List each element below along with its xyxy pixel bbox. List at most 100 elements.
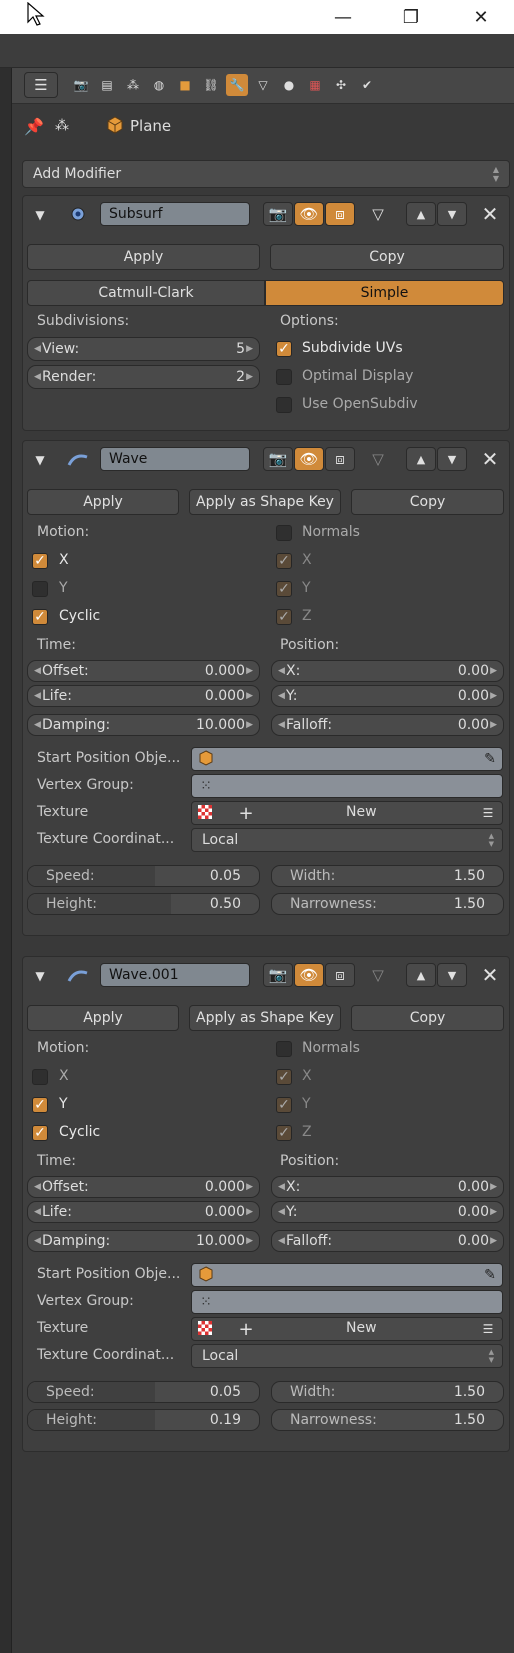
- modifiers-tab-icon[interactable]: 🔧: [226, 74, 248, 96]
- texture-browse-icon[interactable]: ☰: [478, 1319, 498, 1339]
- render-tab-icon[interactable]: 📷: [70, 74, 92, 96]
- normals-checkbox[interactable]: [276, 1041, 292, 1057]
- apply-as-shape-key-button[interactable]: Apply as Shape Key: [189, 1005, 341, 1031]
- particles-tab-icon[interactable]: ✣: [330, 74, 352, 96]
- cage-toggle-button[interactable]: ▽: [363, 447, 393, 471]
- width-slider[interactable]: Width: 1.50: [271, 1381, 504, 1403]
- subdivide-uvs-checkbox[interactable]: ✓: [276, 341, 292, 357]
- simple-toggle[interactable]: Simple: [265, 280, 504, 306]
- normals-checkbox[interactable]: [276, 525, 292, 541]
- motion-x-checkbox[interactable]: [32, 1069, 48, 1085]
- texture-coordinates-dropdown[interactable]: Local ▲ ▼: [191, 1344, 503, 1368]
- motion-y-checkbox[interactable]: ✓: [32, 1097, 48, 1113]
- damping-field[interactable]: ◀ Damping: 10.000 ▶: [27, 714, 260, 736]
- normals-x-checkbox[interactable]: ✓: [276, 553, 292, 569]
- collapse-arrow-icon[interactable]: ▼: [30, 450, 50, 470]
- texture-coordinates-dropdown[interactable]: Local ▲ ▼: [191, 828, 503, 852]
- render-toggle-button[interactable]: 📷: [263, 202, 293, 226]
- editor-type-button[interactable]: ☰: [24, 72, 58, 98]
- speed-slider[interactable]: Speed: 0.05: [27, 1381, 260, 1403]
- viewport-toggle-button[interactable]: 👁: [294, 202, 324, 226]
- vertex-group-field[interactable]: [191, 1290, 503, 1314]
- scene-tab-icon[interactable]: ⁂: [122, 74, 144, 96]
- add-modifier-dropdown[interactable]: Add Modifier ▲ ▼: [22, 160, 510, 188]
- viewport-toggle-button[interactable]: 👁: [294, 447, 324, 471]
- render-layers-tab-icon[interactable]: ▤: [96, 74, 118, 96]
- apply-as-shape-key-button[interactable]: Apply as Shape Key: [189, 489, 341, 515]
- constraints-tab-icon[interactable]: ⛓: [200, 74, 222, 96]
- motion-y-checkbox[interactable]: [32, 581, 48, 597]
- offset-field[interactable]: ◀ Offset: 0.000 ▶: [27, 660, 260, 682]
- texture-tab-icon[interactable]: ▦: [304, 74, 326, 96]
- wave-apply-button[interactable]: Apply: [27, 1005, 179, 1031]
- world-tab-icon[interactable]: ◍: [148, 74, 170, 96]
- normals-z-checkbox[interactable]: ✓: [276, 609, 292, 625]
- life-field[interactable]: ◀ Life: 0.000 ▶: [27, 1201, 260, 1223]
- optimal-display-checkbox[interactable]: [276, 369, 292, 385]
- plus-icon[interactable]: +: [236, 803, 256, 824]
- move-down-button[interactable]: ▼: [437, 202, 467, 226]
- narrowness-slider[interactable]: Narrowness: 1.50: [271, 893, 504, 915]
- move-up-button[interactable]: ▲: [406, 202, 436, 226]
- editmode-toggle-button[interactable]: ⧈: [325, 447, 355, 471]
- speed-slider[interactable]: Speed: 0.05: [27, 865, 260, 887]
- position-x-field[interactable]: ◀ X: 0.00 ▶: [271, 660, 504, 682]
- cage-toggle-button[interactable]: ▽: [363, 202, 393, 226]
- subsurf-apply-button[interactable]: Apply: [27, 244, 260, 270]
- eyedropper-icon[interactable]: ✎: [480, 749, 500, 769]
- cyclic-checkbox[interactable]: ✓: [32, 1125, 48, 1141]
- wave-copy-button[interactable]: Copy: [351, 489, 504, 515]
- editmode-toggle-button[interactable]: ⧈: [325, 963, 355, 987]
- collapse-arrow-icon[interactable]: ▼: [30, 966, 50, 986]
- material-tab-icon[interactable]: ●: [278, 74, 300, 96]
- minimize-button[interactable]: —: [320, 0, 366, 34]
- remove-modifier-close-icon[interactable]: ✕: [478, 963, 502, 987]
- new-texture-button[interactable]: New: [346, 1320, 377, 1336]
- eyedropper-icon[interactable]: ✎: [480, 1265, 500, 1285]
- remove-modifier-close-icon[interactable]: ✕: [478, 202, 502, 226]
- new-texture-button[interactable]: New: [346, 804, 377, 820]
- texture-browse-icon[interactable]: ☰: [478, 803, 498, 823]
- width-slider[interactable]: Width: 1.50: [271, 865, 504, 887]
- wave-apply-button[interactable]: Apply: [27, 489, 179, 515]
- collapse-arrow-icon[interactable]: ▼: [30, 205, 50, 225]
- normals-y-checkbox[interactable]: ✓: [276, 1097, 292, 1113]
- use-opensubdiv-checkbox[interactable]: [276, 397, 292, 413]
- motion-x-checkbox[interactable]: ✓: [32, 553, 48, 569]
- life-field[interactable]: ◀ Life: 0.000 ▶: [27, 685, 260, 707]
- plus-icon[interactable]: +: [236, 1319, 256, 1340]
- view-levels-field[interactable]: ◀ View: 5 ▶: [27, 337, 260, 361]
- position-y-field[interactable]: ◀ Y: 0.00 ▶: [271, 1201, 504, 1223]
- catmull-clark-toggle[interactable]: Catmull-Clark: [27, 280, 265, 306]
- move-up-button[interactable]: ▲: [406, 447, 436, 471]
- object-tab-icon[interactable]: ■: [174, 74, 196, 96]
- narrowness-slider[interactable]: Narrowness: 1.50: [271, 1409, 504, 1431]
- offset-field[interactable]: ◀ Offset: 0.000 ▶: [27, 1176, 260, 1198]
- cyclic-checkbox[interactable]: ✓: [32, 609, 48, 625]
- normals-y-checkbox[interactable]: ✓: [276, 581, 292, 597]
- pin-icon[interactable]: 📌: [24, 115, 44, 137]
- move-down-button[interactable]: ▼: [437, 447, 467, 471]
- render-toggle-button[interactable]: 📷: [263, 963, 293, 987]
- normals-x-checkbox[interactable]: ✓: [276, 1069, 292, 1085]
- subsurf-name-field[interactable]: Subsurf: [100, 202, 250, 226]
- falloff-field[interactable]: ◀ Falloff: 0.00 ▶: [271, 714, 504, 736]
- physics-tab-icon[interactable]: ✔: [356, 74, 378, 96]
- render-toggle-button[interactable]: 📷: [263, 447, 293, 471]
- viewport-toggle-button[interactable]: 👁: [294, 963, 324, 987]
- remove-modifier-close-icon[interactable]: ✕: [478, 447, 502, 471]
- start-position-object-field[interactable]: [191, 747, 503, 771]
- wave-copy-button[interactable]: Copy: [351, 1005, 504, 1031]
- cage-toggle-button[interactable]: ▽: [363, 963, 393, 987]
- falloff-field[interactable]: ◀ Falloff: 0.00 ▶: [271, 1230, 504, 1252]
- wave-name-field[interactable]: Wave.001: [100, 963, 250, 987]
- normals-z-checkbox[interactable]: ✓: [276, 1125, 292, 1141]
- data-tab-icon[interactable]: ▽: [252, 74, 274, 96]
- wave-name-field[interactable]: Wave: [100, 447, 250, 471]
- position-x-field[interactable]: ◀ X: 0.00 ▶: [271, 1176, 504, 1198]
- move-down-button[interactable]: ▼: [437, 963, 467, 987]
- move-up-button[interactable]: ▲: [406, 963, 436, 987]
- close-window-button[interactable]: ✕: [458, 0, 504, 34]
- render-levels-field[interactable]: ◀ Render: 2 ▶: [27, 365, 260, 389]
- maximize-button[interactable]: ❐: [388, 0, 434, 34]
